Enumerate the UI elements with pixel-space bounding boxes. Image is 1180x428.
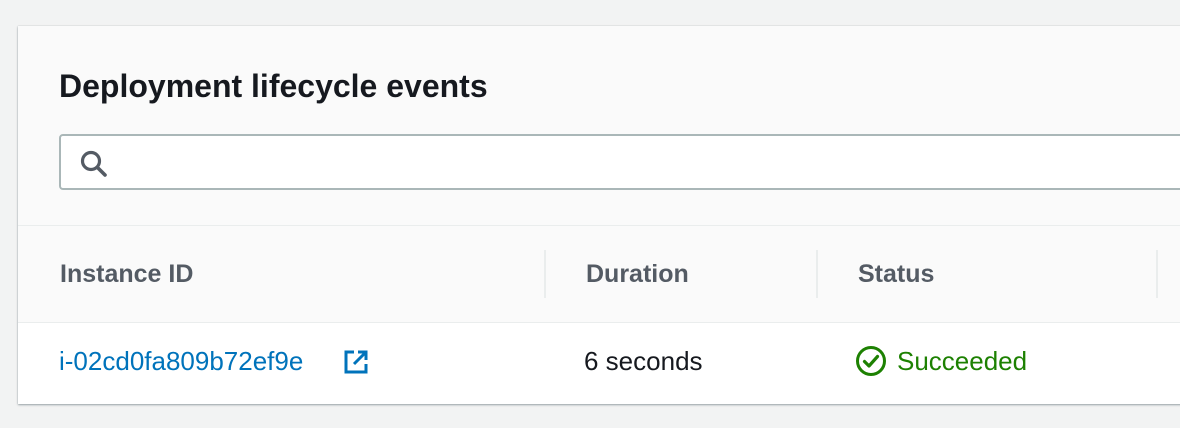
table-row: i-02cd0fa809b72ef9e 6 seconds Succeeded: [18, 323, 1180, 403]
column-divider[interactable]: [544, 250, 546, 298]
duration-value: 6 seconds: [584, 346, 703, 376]
panel-title: Deployment lifecycle events: [59, 68, 488, 104]
check-circle-icon: [856, 346, 886, 376]
table-header-row: Instance ID Duration Status: [18, 226, 1180, 323]
status-text: Succeeded: [897, 345, 1028, 376]
column-header-instance-id[interactable]: Instance ID: [60, 256, 193, 292]
search-box[interactable]: [59, 134, 1180, 190]
column-header-status[interactable]: Status: [858, 256, 934, 292]
lifecycle-events-panel: Deployment lifecycle events Instance ID …: [18, 26, 1180, 404]
panel-header: Deployment lifecycle events: [18, 26, 1180, 226]
column-divider[interactable]: [1156, 250, 1158, 298]
status-indicator: Succeeded: [855, 343, 1027, 379]
instance-id-link[interactable]: i-02cd0fa809b72ef9e: [59, 343, 303, 379]
search-icon: [80, 150, 107, 177]
external-link-icon[interactable]: [343, 349, 369, 375]
search-input[interactable]: [121, 136, 1180, 190]
column-divider[interactable]: [816, 250, 818, 298]
column-header-duration[interactable]: Duration: [586, 256, 689, 292]
